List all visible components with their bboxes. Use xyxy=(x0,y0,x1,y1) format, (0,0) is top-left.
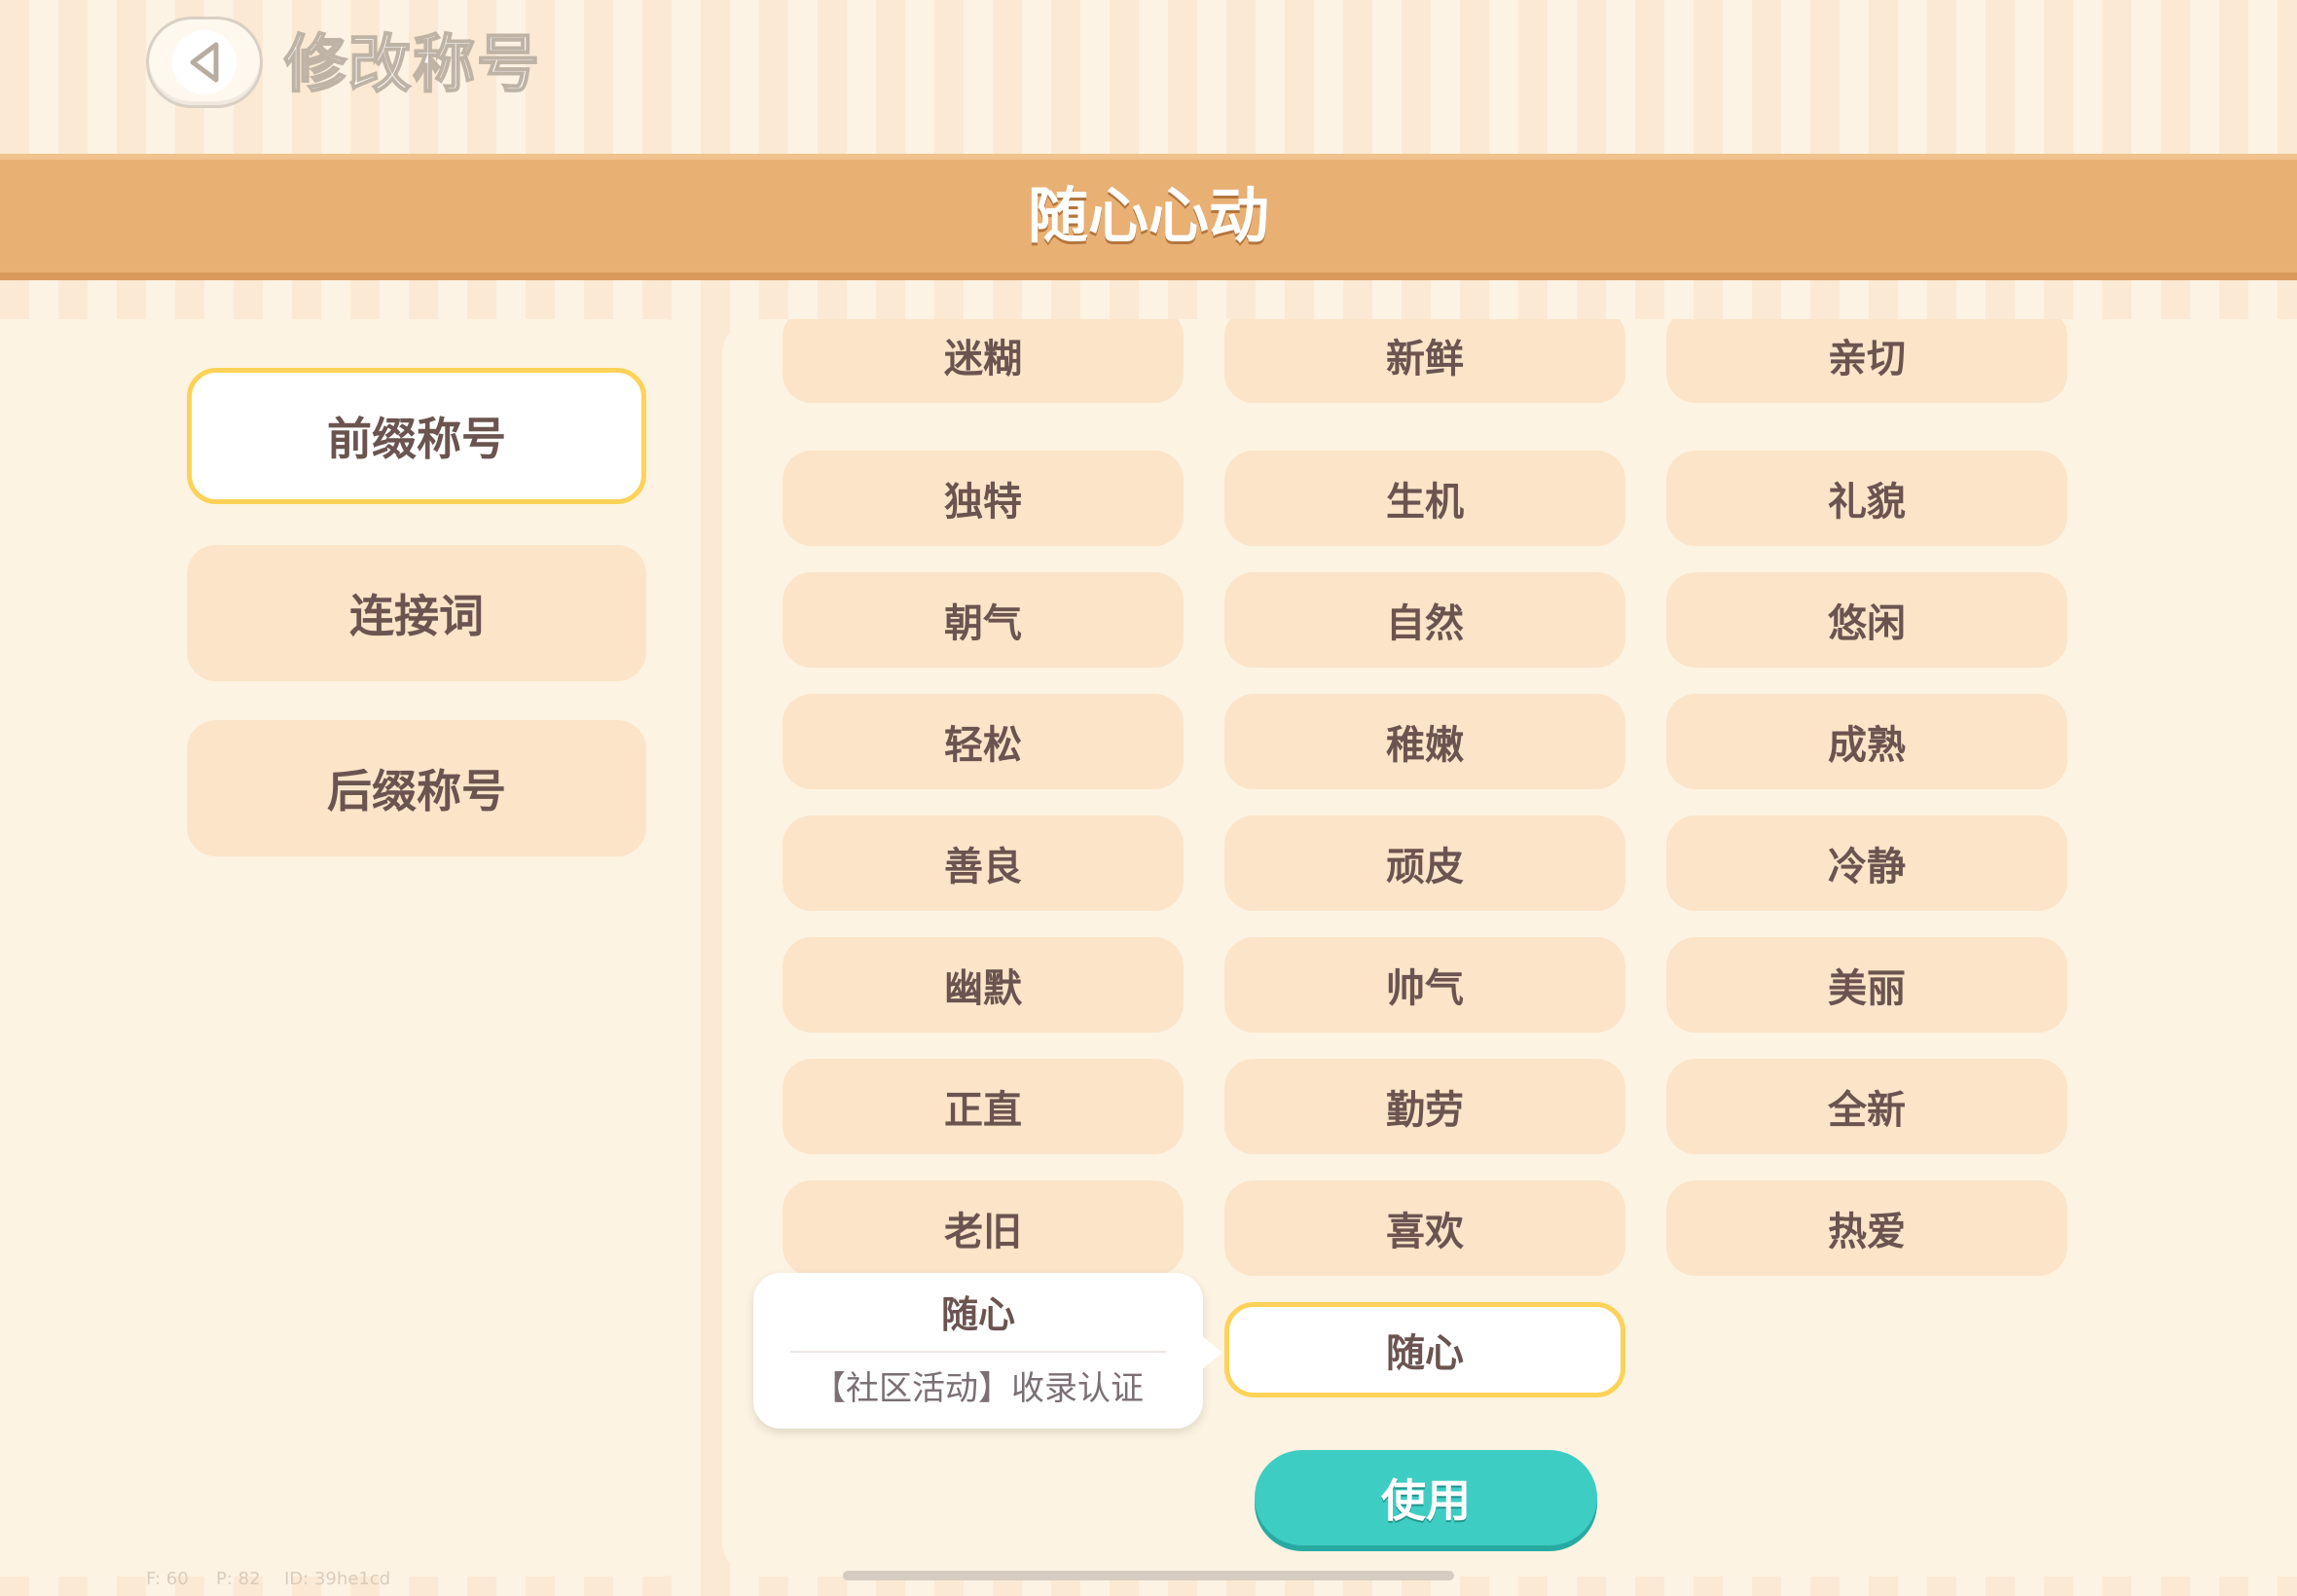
word-button[interactable]: 稚嫩 xyxy=(1224,694,1625,789)
word-button[interactable]: 朝气 xyxy=(783,572,1184,668)
word-button[interactable]: 美丽 xyxy=(1666,937,2067,1033)
word-button[interactable]: 成熟 xyxy=(1666,694,2067,789)
word-button[interactable]: 顽皮 xyxy=(1224,816,1625,911)
word-button[interactable]: 勤劳 xyxy=(1224,1059,1625,1154)
word-button[interactable]: 独特 xyxy=(783,451,1184,546)
word-button[interactable]: 轻松 xyxy=(783,694,1184,789)
tooltip-title: 随心 xyxy=(940,1293,1015,1336)
word-button[interactable]: 迷糊 xyxy=(783,319,1184,403)
back-arrow-icon xyxy=(172,30,237,94)
back-button[interactable] xyxy=(146,17,263,108)
use-button[interactable]: 使用 xyxy=(1255,1450,1597,1545)
word-button[interactable]: 自然 xyxy=(1224,572,1625,668)
word-button[interactable]: 悠闲 xyxy=(1666,572,2067,668)
word-button[interactable]: 善良 xyxy=(783,816,1184,911)
word-button[interactable]: 帅气 xyxy=(1224,937,1625,1033)
word-button[interactable]: 正直 xyxy=(783,1059,1184,1154)
word-button[interactable]: 冷静 xyxy=(1666,816,2067,911)
tooltip-pointer xyxy=(1201,1335,1222,1370)
word-tooltip: 随心 【社区活动】收录认证 xyxy=(753,1273,1203,1429)
tooltip-divider xyxy=(790,1351,1166,1353)
category-suffix-button[interactable]: 后缀称号 xyxy=(187,720,646,856)
debug-fps: F: 60 xyxy=(146,1569,189,1589)
category-panel: 前缀称号 连接词 后缀称号 xyxy=(0,319,697,1577)
word-button[interactable]: 生机 xyxy=(1224,451,1625,546)
word-button[interactable]: 幽默 xyxy=(783,937,1184,1033)
page-title: 修改称号 xyxy=(283,28,541,102)
category-prefix-button[interactable]: 前缀称号 xyxy=(187,368,646,504)
word-button[interactable]: 喜欢 xyxy=(1224,1180,1625,1276)
word-button[interactable]: 新鲜 xyxy=(1224,319,1625,403)
banner-title: 随心心动 xyxy=(1027,180,1269,251)
category-connector-button[interactable]: 连接词 xyxy=(187,545,646,681)
debug-id: ID: 39he1cd xyxy=(284,1569,391,1589)
word-button[interactable]: 亲切 xyxy=(1666,319,2067,403)
word-button-selected[interactable]: 随心 xyxy=(1224,1302,1625,1397)
scroll-indicator[interactable] xyxy=(843,1571,1454,1580)
word-button[interactable]: 热爱 xyxy=(1666,1180,2067,1276)
word-button[interactable]: 全新 xyxy=(1666,1059,2067,1154)
debug-ping: P: 82 xyxy=(216,1569,261,1589)
title-banner: 随心心动 xyxy=(0,154,2297,280)
word-button[interactable]: 礼貌 xyxy=(1666,451,2067,546)
tooltip-description: 【社区活动】收录认证 xyxy=(813,1369,1144,1408)
word-button[interactable]: 老旧 xyxy=(783,1180,1184,1276)
